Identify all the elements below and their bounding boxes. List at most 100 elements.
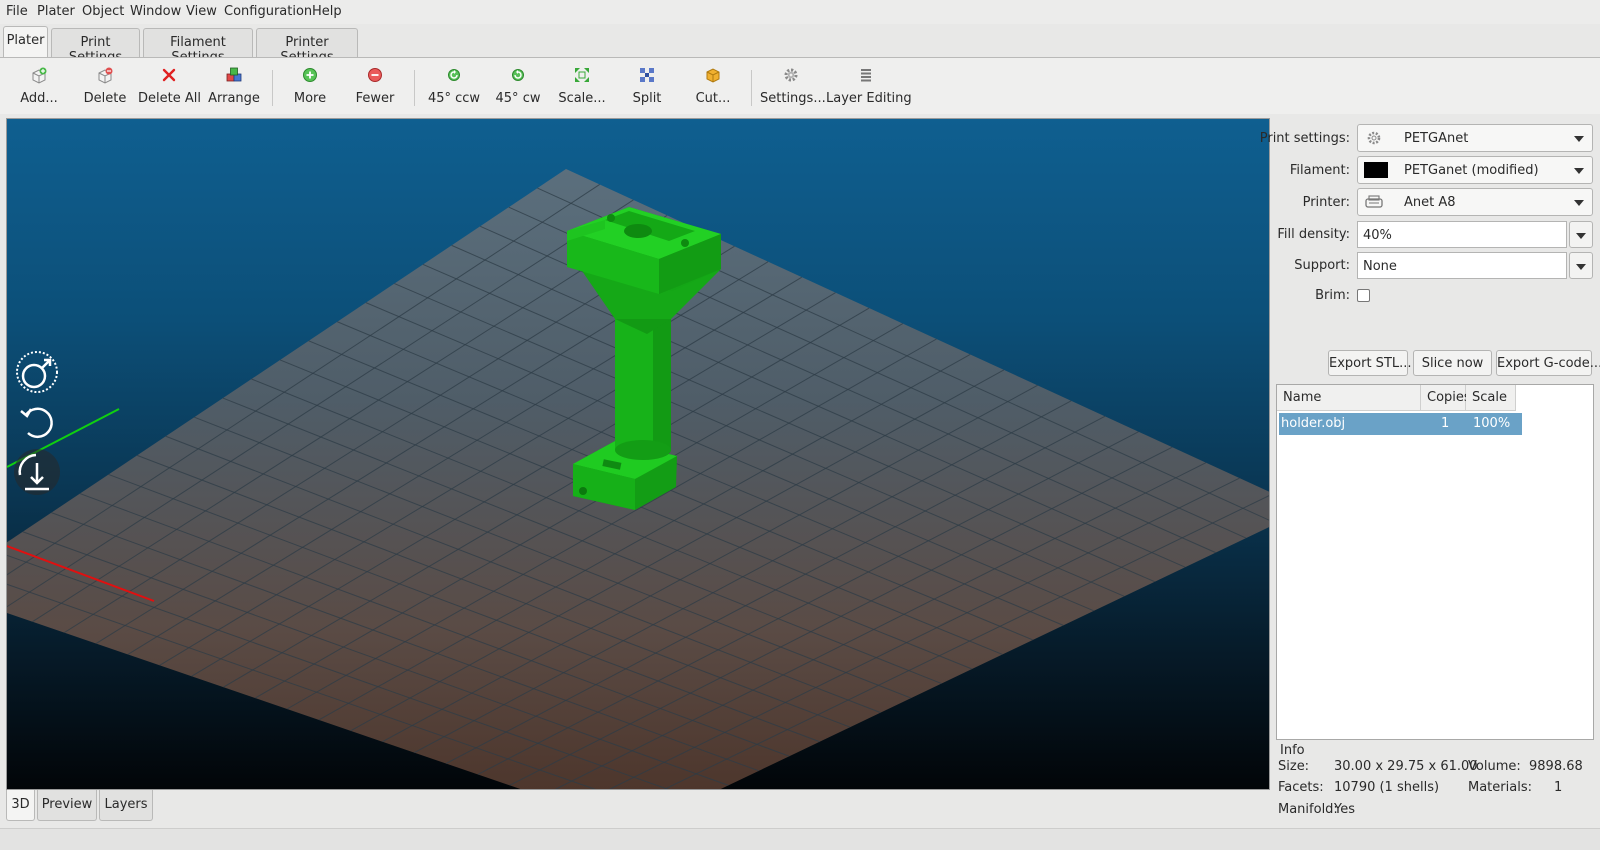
fill-density-label: Fill density: — [1277, 227, 1350, 242]
rotate-ccw-label: 45° ccw — [427, 91, 481, 106]
toolbar-separator — [414, 70, 415, 106]
chevron-down-icon — [1574, 136, 1584, 142]
toolbar: Add... Delete Delete All Arrange More Fe… — [0, 58, 1600, 114]
delete-all-button[interactable]: Delete All — [138, 66, 201, 112]
menu-configuration[interactable]: Configuration — [224, 4, 312, 19]
export-stl-button[interactable]: Export STL... — [1328, 350, 1412, 376]
split-icon — [640, 68, 654, 82]
orbit-icon — [16, 351, 58, 393]
tab-3d[interactable]: 3D — [6, 790, 35, 821]
fewer-label: Fewer — [355, 91, 395, 106]
cut-button[interactable]: Cut... — [688, 66, 738, 112]
object-list[interactable]: Name Copies Scale holder.obj 1 100% — [1276, 384, 1594, 740]
scale-label: Scale... — [558, 91, 606, 106]
rotate-cw-label: 45° cw — [495, 91, 541, 106]
printer-value: Anet A8 — [1404, 195, 1456, 210]
rotate-z-gizmo[interactable] — [14, 399, 60, 445]
tab-preview[interactable]: Preview — [37, 790, 97, 821]
settings-button[interactable]: Settings... — [760, 66, 826, 112]
split-button[interactable]: Split — [622, 66, 672, 112]
menu-bar: File Plater Object Window View Configura… — [0, 0, 1600, 24]
scale-arrows-icon — [575, 68, 589, 82]
menu-object[interactable]: Object — [82, 4, 124, 19]
support-value: None — [1363, 259, 1397, 274]
tab-plater[interactable]: Plater — [3, 26, 48, 57]
print-settings-label: Print settings: — [1259, 131, 1350, 146]
gear-icon — [1367, 131, 1381, 145]
menu-view[interactable]: View — [186, 4, 217, 19]
minus-circle-icon — [368, 68, 382, 82]
manifold-value: Yes — [1334, 802, 1355, 817]
fill-density-input[interactable]: 40% — [1357, 221, 1567, 248]
filament-label: Filament: — [1289, 163, 1350, 178]
rotate-cw-button[interactable]: 45° cw — [492, 66, 544, 112]
chevron-down-icon — [1574, 200, 1584, 206]
printer-icon — [1365, 195, 1383, 208]
materials-value: 1 — [1554, 780, 1563, 795]
chevron-down-icon — [1576, 233, 1586, 239]
arrange-icon — [226, 67, 242, 82]
tab-print-settings[interactable]: Print Settings — [51, 28, 140, 65]
rotate-ccw-button[interactable]: 45° ccw — [426, 66, 482, 112]
filament-color-swatch — [1364, 162, 1388, 178]
more-button[interactable]: More — [285, 66, 335, 112]
manifold-label: Manifold: — [1278, 802, 1338, 817]
column-header-copies[interactable]: Copies — [1421, 385, 1471, 411]
tab-filament-settings[interactable]: Filament Settings — [143, 28, 253, 65]
3d-viewport[interactable] — [6, 118, 1270, 790]
filament-value: PETGanet (modified) — [1404, 163, 1539, 178]
tab-printer-settings[interactable]: Printer Settings — [256, 28, 358, 65]
rotate-free-gizmo[interactable] — [14, 349, 60, 395]
menu-window[interactable]: Window — [130, 4, 181, 19]
brim-label: Brim: — [1315, 288, 1350, 303]
arrange-button[interactable]: Arrange — [206, 66, 262, 112]
rotate-arrow-icon — [20, 407, 53, 439]
tab-layers[interactable]: Layers — [99, 790, 153, 821]
print-settings-value: PETGAnet — [1404, 131, 1469, 146]
print-settings-dropdown[interactable]: PETGAnet — [1357, 124, 1593, 152]
rotate-cw-icon — [512, 69, 524, 81]
toolbar-separator — [751, 70, 752, 106]
delete-button[interactable]: Delete — [80, 66, 130, 112]
filament-dropdown[interactable]: PETGanet (modified) — [1357, 156, 1593, 184]
arrange-label: Arrange — [208, 91, 260, 106]
facets-value: 10790 (1 shells) — [1334, 780, 1440, 795]
column-header-name[interactable]: Name — [1277, 385, 1421, 411]
support-dropdown-button[interactable] — [1569, 252, 1593, 279]
table-row[interactable]: holder.obj 1 100% — [1279, 413, 1522, 435]
column-header-scale[interactable]: Scale — [1466, 385, 1516, 411]
chevron-down-icon — [1574, 168, 1584, 174]
menu-help[interactable]: Help — [312, 4, 342, 19]
size-value: 30.00 x 29.75 x 61.00 — [1334, 759, 1478, 774]
3d-scene — [7, 169, 1269, 789]
support-input[interactable]: None — [1357, 252, 1567, 279]
split-label: Split — [632, 91, 662, 106]
cut-box-icon — [706, 68, 720, 83]
fill-density-dropdown-button[interactable] — [1569, 221, 1593, 248]
slice-now-button[interactable]: Slice now — [1413, 350, 1492, 376]
lay-flat-gizmo[interactable] — [14, 449, 60, 495]
gear-icon — [784, 68, 798, 82]
delete-label: Delete — [83, 91, 127, 106]
scale-button[interactable]: Scale... — [556, 66, 608, 112]
export-gcode-button[interactable]: Export G-code... — [1496, 350, 1600, 376]
add-object-icon — [32, 67, 47, 84]
cut-label: Cut... — [695, 91, 731, 106]
add-button[interactable]: Add... — [14, 66, 64, 112]
settings-label: Settings... — [760, 91, 826, 106]
volume-label: Volume: — [1468, 759, 1521, 774]
menu-file[interactable]: File — [6, 4, 28, 19]
support-label: Support: — [1294, 258, 1350, 273]
menu-plater[interactable]: Plater — [37, 4, 75, 19]
size-label: Size: — [1278, 759, 1310, 774]
volume-value: 9898.68 — [1529, 759, 1583, 774]
fill-density-value: 40% — [1363, 228, 1392, 243]
layers-icon — [861, 69, 871, 82]
printer-label: Printer: — [1302, 195, 1350, 210]
lay-flat-icon — [18, 453, 49, 491]
fewer-button[interactable]: Fewer — [350, 66, 400, 112]
layer-editing-button[interactable]: Layer Editing — [826, 66, 912, 112]
brim-checkbox[interactable] — [1357, 289, 1370, 302]
delete-all-label: Delete All — [138, 91, 201, 106]
printer-dropdown[interactable]: Anet A8 — [1357, 188, 1593, 216]
